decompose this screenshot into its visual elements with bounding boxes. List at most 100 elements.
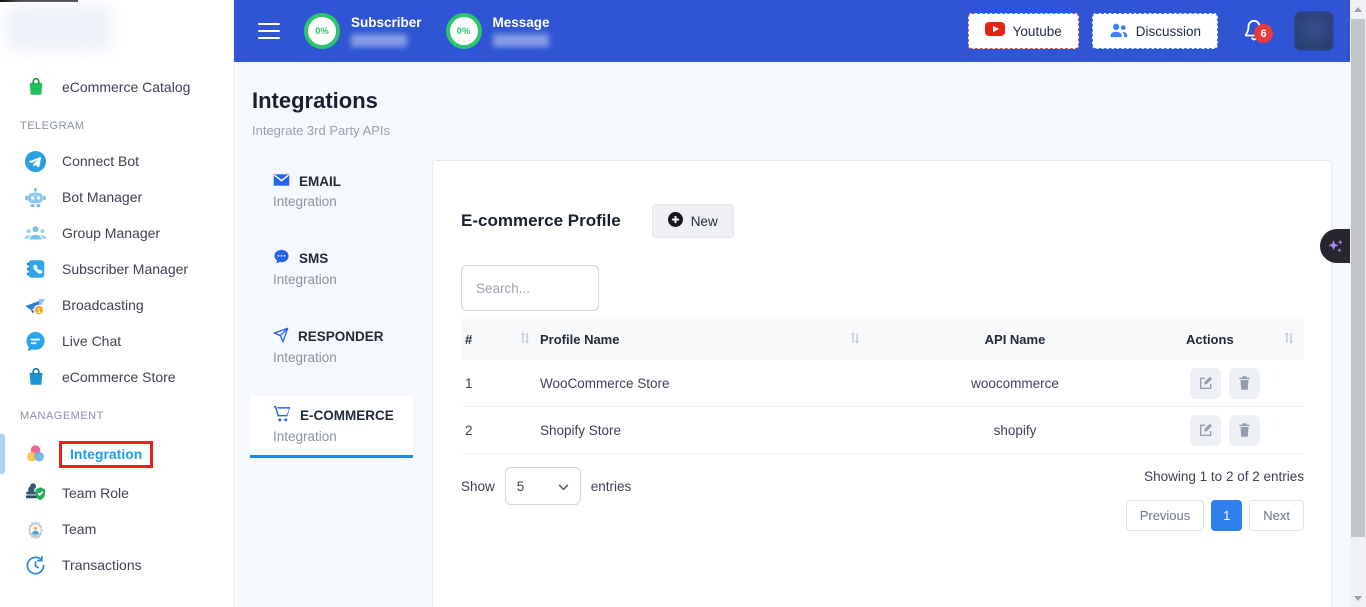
sidebar-item-label: Broadcasting <box>62 297 144 313</box>
sidebar-item-ecommerce-catalog[interactable]: eCommerce Catalog <box>0 69 233 105</box>
integration-subnav: EMAIL Integration SMS Integration <box>250 160 413 458</box>
sidebar-item-integration[interactable]: Integration <box>0 433 233 475</box>
sidebar-item-label: Subscriber Manager <box>62 261 188 277</box>
sidebar-item-bot-manager[interactable]: Bot Manager <box>0 179 233 215</box>
column-header-num[interactable]: # <box>465 332 472 347</box>
sidebar-item-live-chat[interactable]: Live Chat <box>0 323 233 359</box>
page-1-button[interactable]: 1 <box>1211 500 1242 531</box>
scrollbar <box>1350 0 1366 607</box>
subscriber-percent: 0% <box>315 26 329 37</box>
subnav-item-ecommerce[interactable]: E-COMMERCE Integration <box>250 396 413 458</box>
column-header-actions[interactable]: Actions <box>1186 332 1234 347</box>
sidebar-item-subscriber-manager[interactable]: Subscriber Manager <box>0 251 233 287</box>
cart-icon <box>273 405 291 425</box>
row-number: 2 <box>461 423 540 438</box>
entries-label: entries <box>591 479 632 494</box>
message-progress-ring: 0% <box>446 13 482 49</box>
sidebar-item-label: eCommerce Store <box>62 369 176 385</box>
sidebar-item-label: Connect Bot <box>62 153 139 169</box>
notifications-button[interactable]: 6 <box>1241 11 1275 51</box>
delete-button[interactable] <box>1229 368 1260 399</box>
edit-icon <box>1198 422 1214 438</box>
sort-icon[interactable] <box>520 332 530 347</box>
sidebar-item-team[interactable]: Team <box>0 511 233 547</box>
subnav-title: RESPONDER <box>298 329 384 344</box>
delete-button[interactable] <box>1229 415 1260 446</box>
sidebar-item-team-role[interactable]: Team Role <box>0 475 233 511</box>
sms-bubble-icon <box>273 249 290 268</box>
avatar[interactable] <box>1294 11 1334 51</box>
plus-icon <box>668 212 683 230</box>
hamburger-menu-icon[interactable] <box>258 23 280 39</box>
sidebar-item-transactions[interactable]: Transactions <box>0 547 233 583</box>
chat-bubble-icon <box>24 330 47 353</box>
sidebar-item-label: Transactions <box>62 557 142 573</box>
notification-count-badge: 6 <box>1254 24 1273 43</box>
color-circles-icon <box>24 443 47 466</box>
active-indicator-bar <box>0 434 5 474</box>
sidebar-item-ecommerce-store[interactable]: eCommerce Store <box>0 359 233 395</box>
main-content: Integrations Integrate 3rd Party APIs EM… <box>233 62 1350 607</box>
search-input[interactable] <box>461 265 599 311</box>
subnav-title: EMAIL <box>299 174 341 189</box>
edit-button[interactable] <box>1190 415 1221 446</box>
youtube-button-label: Youtube <box>1013 24 1062 39</box>
paper-plane-icon: 1 <box>24 294 47 317</box>
subnav-item-responder[interactable]: RESPONDER Integration <box>250 318 413 376</box>
subnav-item-email[interactable]: EMAIL Integration <box>250 164 413 220</box>
subnav-subtitle: Integration <box>273 350 413 365</box>
role-shield-icon <box>24 482 47 505</box>
subnav-subtitle: Integration <box>273 272 413 287</box>
sort-icon[interactable] <box>850 332 860 347</box>
robot-icon <box>24 186 47 209</box>
scrollbar-up-arrow[interactable] <box>1350 2 1366 16</box>
screenshot-artifact-line <box>0 0 78 2</box>
sidebar-item-connect-bot[interactable]: Connect Bot <box>0 143 233 179</box>
section-label-management: MANAGEMENT <box>0 395 233 433</box>
contact-book-icon <box>24 258 47 281</box>
sparkles-icon <box>1326 237 1345 256</box>
trash-icon <box>1237 422 1252 438</box>
subscriber-stat: 0% Subscriber <box>304 13 422 49</box>
new-button-label: New <box>691 214 718 229</box>
annotation-highlight-box: Integration <box>59 441 153 468</box>
edit-button[interactable] <box>1190 368 1221 399</box>
subnav-subtitle: Integration <box>273 194 413 209</box>
scrollbar-thumb[interactable] <box>1351 19 1365 537</box>
sidebar-item-label: Team Role <box>62 485 129 501</box>
api-name-cell: woocommerce <box>870 376 1160 391</box>
discussion-button[interactable]: Discussion <box>1092 13 1218 49</box>
message-value-redacted <box>493 34 549 47</box>
table-header-row: # Profile Name API Name <box>461 319 1304 360</box>
logo-redacted <box>6 4 112 52</box>
scrollbar-down-arrow[interactable] <box>1350 591 1366 605</box>
subnav-subtitle: Integration <box>273 429 413 444</box>
subnav-item-sms[interactable]: SMS Integration <box>250 240 413 298</box>
sidebar-item-group-manager[interactable]: Group Manager <box>0 215 233 251</box>
youtube-button[interactable]: Youtube <box>968 13 1079 49</box>
section-label-telegram: TELEGRAM <box>0 105 233 143</box>
subscriber-value-redacted <box>351 34 407 47</box>
profile-name-cell: Shopify Store <box>540 423 870 438</box>
edit-icon <box>1198 375 1214 391</box>
history-clock-icon <box>24 554 47 577</box>
page-subtitle: Integrate 3rd Party APIs <box>252 123 1350 138</box>
entries-per-page-select[interactable]: 5 <box>505 467 581 505</box>
subnav-title: E-COMMERCE <box>300 408 394 423</box>
ai-assistant-fab[interactable] <box>1320 229 1350 263</box>
previous-page-button[interactable]: Previous <box>1126 500 1205 531</box>
column-header-api-name[interactable]: API Name <box>985 332 1046 347</box>
sidebar-item-label: Integration <box>70 446 142 462</box>
send-icon <box>273 327 289 346</box>
message-stat: 0% Message <box>446 13 550 49</box>
table-row: 1 WooCommerce Store woocommerce <box>461 360 1304 407</box>
showing-entries-text: Showing 1 to 2 of 2 entries <box>1126 469 1304 484</box>
sidebar-item-label: Group Manager <box>62 225 160 241</box>
new-profile-button[interactable]: New <box>652 204 734 238</box>
sort-icon[interactable] <box>1284 332 1294 347</box>
ecommerce-profile-card: E-commerce Profile New # <box>432 160 1332 607</box>
group-icon <box>24 222 47 245</box>
next-page-button[interactable]: Next <box>1249 500 1304 531</box>
column-header-profile-name[interactable]: Profile Name <box>540 332 619 347</box>
sidebar-item-broadcasting[interactable]: 1 Broadcasting <box>0 287 233 323</box>
